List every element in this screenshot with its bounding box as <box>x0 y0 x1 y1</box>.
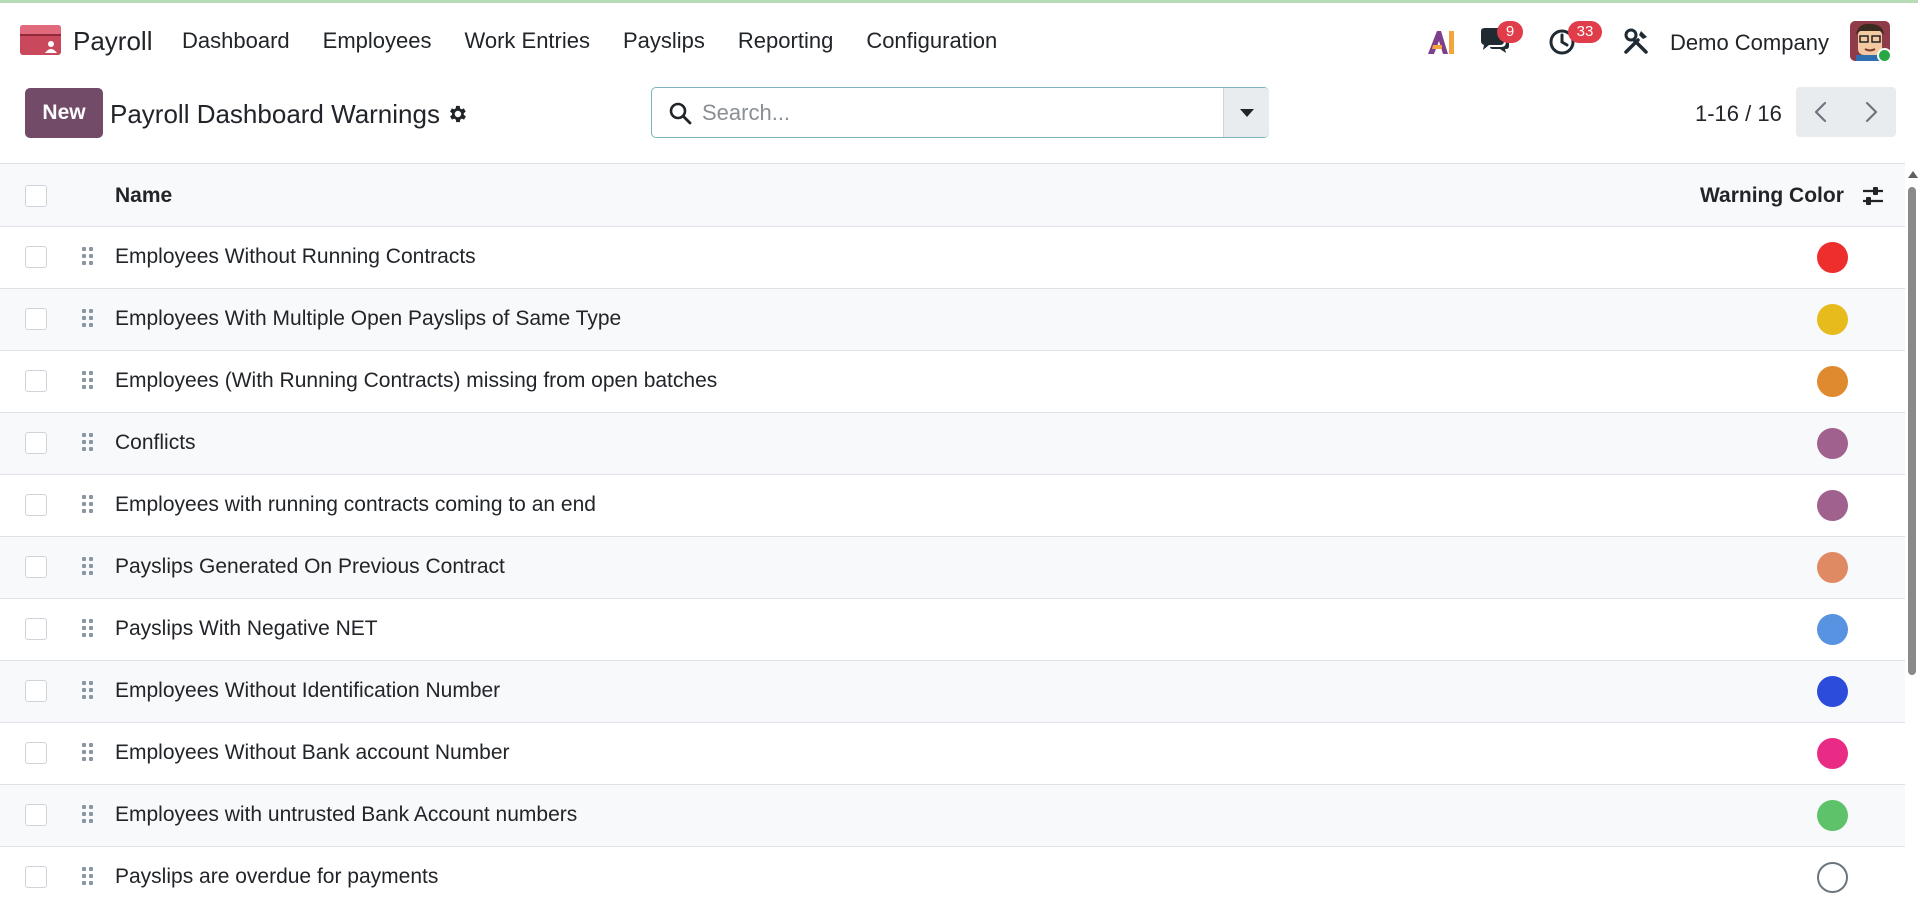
row-checkbox[interactable] <box>25 556 47 578</box>
drag-handle-icon[interactable] <box>82 865 96 889</box>
table-row[interactable]: Employees (With Running Contracts) missi… <box>0 351 1905 413</box>
drag-handle-icon[interactable] <box>82 307 96 331</box>
table-row[interactable]: Employees with running contracts coming … <box>0 475 1905 537</box>
select-all-checkbox[interactable] <box>25 185 47 207</box>
column-header-name[interactable]: Name <box>115 184 172 208</box>
drag-handle-icon[interactable] <box>82 679 96 703</box>
warning-color-swatch[interactable] <box>1817 552 1848 583</box>
optional-columns-icon[interactable] <box>1861 184 1885 208</box>
company-switcher[interactable]: Demo Company <box>1670 30 1829 56</box>
table-row[interactable]: Employees Without Bank account Number <box>0 723 1905 785</box>
warnings-list-table: Name Warning Color Employees Without Run… <box>0 163 1905 903</box>
drag-handle-icon[interactable] <box>82 555 96 579</box>
pager-previous-button[interactable] <box>1796 87 1846 137</box>
main-navbar: Payroll Dashboard Employees Work Entries… <box>0 3 1918 77</box>
row-checkbox[interactable] <box>25 618 47 640</box>
ai-label: AI <box>1426 27 1428 28</box>
row-checkbox[interactable] <box>25 432 47 454</box>
row-checkbox[interactable] <box>25 494 47 516</box>
menu-dashboard[interactable]: Dashboard <box>182 28 290 54</box>
warning-color-swatch[interactable] <box>1817 366 1848 397</box>
messages-count-badge: 9 <box>1497 21 1523 43</box>
caret-down-icon <box>1240 109 1254 117</box>
menu-payslips[interactable]: Payslips <box>623 28 705 54</box>
table-row[interactable]: Employees Without Identification Number <box>0 661 1905 723</box>
table-row[interactable]: Payslips Generated On Previous Contract <box>0 537 1905 599</box>
top-menu: Dashboard Employees Work Entries Payslip… <box>182 28 1030 54</box>
menu-work-entries[interactable]: Work Entries <box>464 28 590 54</box>
row-checkbox[interactable] <box>25 308 47 330</box>
scrollbar-thumb[interactable] <box>1908 187 1916 675</box>
pager-next-button[interactable] <box>1846 87 1896 137</box>
table-row[interactable]: Employees with untrusted Bank Account nu… <box>0 785 1905 847</box>
warning-color-swatch[interactable] <box>1817 242 1848 273</box>
warning-color-swatch[interactable] <box>1817 800 1848 831</box>
table-row[interactable]: Conflicts <box>0 413 1905 475</box>
ai-icon[interactable]: AI <box>1426 27 1456 57</box>
chevron-left-icon <box>1814 101 1827 123</box>
warning-color-swatch[interactable] <box>1817 614 1848 645</box>
warning-color-swatch[interactable] <box>1817 676 1848 707</box>
vertical-scrollbar[interactable] <box>1905 163 1918 903</box>
row-checkbox[interactable] <box>25 866 47 888</box>
row-name: Employees Without Bank account Number <box>115 741 510 764</box>
row-name: Employees With Multiple Open Payslips of… <box>115 307 622 330</box>
table-row[interactable]: Employees Without Running Contracts <box>0 227 1905 289</box>
payroll-app-icon[interactable] <box>20 25 61 55</box>
table-body: Employees Without Running Contracts Emplo… <box>0 227 1905 903</box>
new-button[interactable]: New <box>25 88 103 138</box>
drag-handle-icon[interactable] <box>82 369 96 393</box>
row-checkbox[interactable] <box>25 680 47 702</box>
drag-handle-icon[interactable] <box>82 803 96 827</box>
row-name: Payslips With Negative NET <box>115 617 378 640</box>
row-name: Employees (With Running Contracts) missi… <box>115 369 718 392</box>
warning-color-swatch[interactable] <box>1817 304 1848 335</box>
row-name: Employees Without Running Contracts <box>115 245 476 268</box>
row-checkbox[interactable] <box>25 370 47 392</box>
column-header-warning-color[interactable]: Warning Color <box>1700 184 1844 208</box>
drag-handle-icon[interactable] <box>82 617 96 641</box>
warning-color-swatch[interactable] <box>1817 862 1848 893</box>
gear-icon[interactable] <box>446 103 468 125</box>
table-row[interactable]: Employees With Multiple Open Payslips of… <box>0 289 1905 351</box>
row-name: Conflicts <box>115 431 196 454</box>
page-title: Payroll Dashboard Warnings <box>110 99 440 129</box>
row-name: Employees Without Identification Number <box>115 679 501 702</box>
warning-color-swatch[interactable] <box>1817 738 1848 769</box>
online-status-dot <box>1877 48 1892 63</box>
activities-count-badge: 33 <box>1568 21 1602 43</box>
row-checkbox[interactable] <box>25 804 47 826</box>
table-row[interactable]: Payslips With Negative NET <box>0 599 1905 661</box>
search-options-toggle[interactable] <box>1223 88 1269 137</box>
search-input[interactable] <box>702 96 1202 129</box>
menu-configuration[interactable]: Configuration <box>866 28 997 54</box>
drag-handle-icon[interactable] <box>82 431 96 455</box>
app-name[interactable]: Payroll <box>73 26 152 57</box>
menu-reporting[interactable]: Reporting <box>738 28 833 54</box>
tools-icon[interactable] <box>1622 28 1650 56</box>
scroll-up-arrow-icon[interactable] <box>1908 171 1918 178</box>
pager-value[interactable]: 1-16 / 16 <box>1695 101 1782 127</box>
drag-handle-icon[interactable] <box>82 493 96 517</box>
warning-color-swatch[interactable] <box>1817 428 1848 459</box>
drag-handle-icon[interactable] <box>82 245 96 269</box>
menu-employees[interactable]: Employees <box>323 28 432 54</box>
search-bar <box>651 87 1269 138</box>
row-checkbox[interactable] <box>25 742 47 764</box>
row-checkbox[interactable] <box>25 246 47 268</box>
row-name: Payslips are overdue for payments <box>115 865 439 888</box>
row-name: Employees with running contracts coming … <box>115 493 596 516</box>
row-name: Payslips Generated On Previous Contract <box>115 555 505 578</box>
warning-color-swatch[interactable] <box>1817 490 1848 521</box>
table-row[interactable]: Payslips are overdue for payments <box>0 847 1905 903</box>
drag-handle-icon[interactable] <box>82 741 96 765</box>
search-icon <box>669 102 692 125</box>
table-header: Name Warning Color <box>0 163 1905 227</box>
chevron-right-icon <box>1865 101 1878 123</box>
row-name: Employees with untrusted Bank Account nu… <box>115 803 578 826</box>
